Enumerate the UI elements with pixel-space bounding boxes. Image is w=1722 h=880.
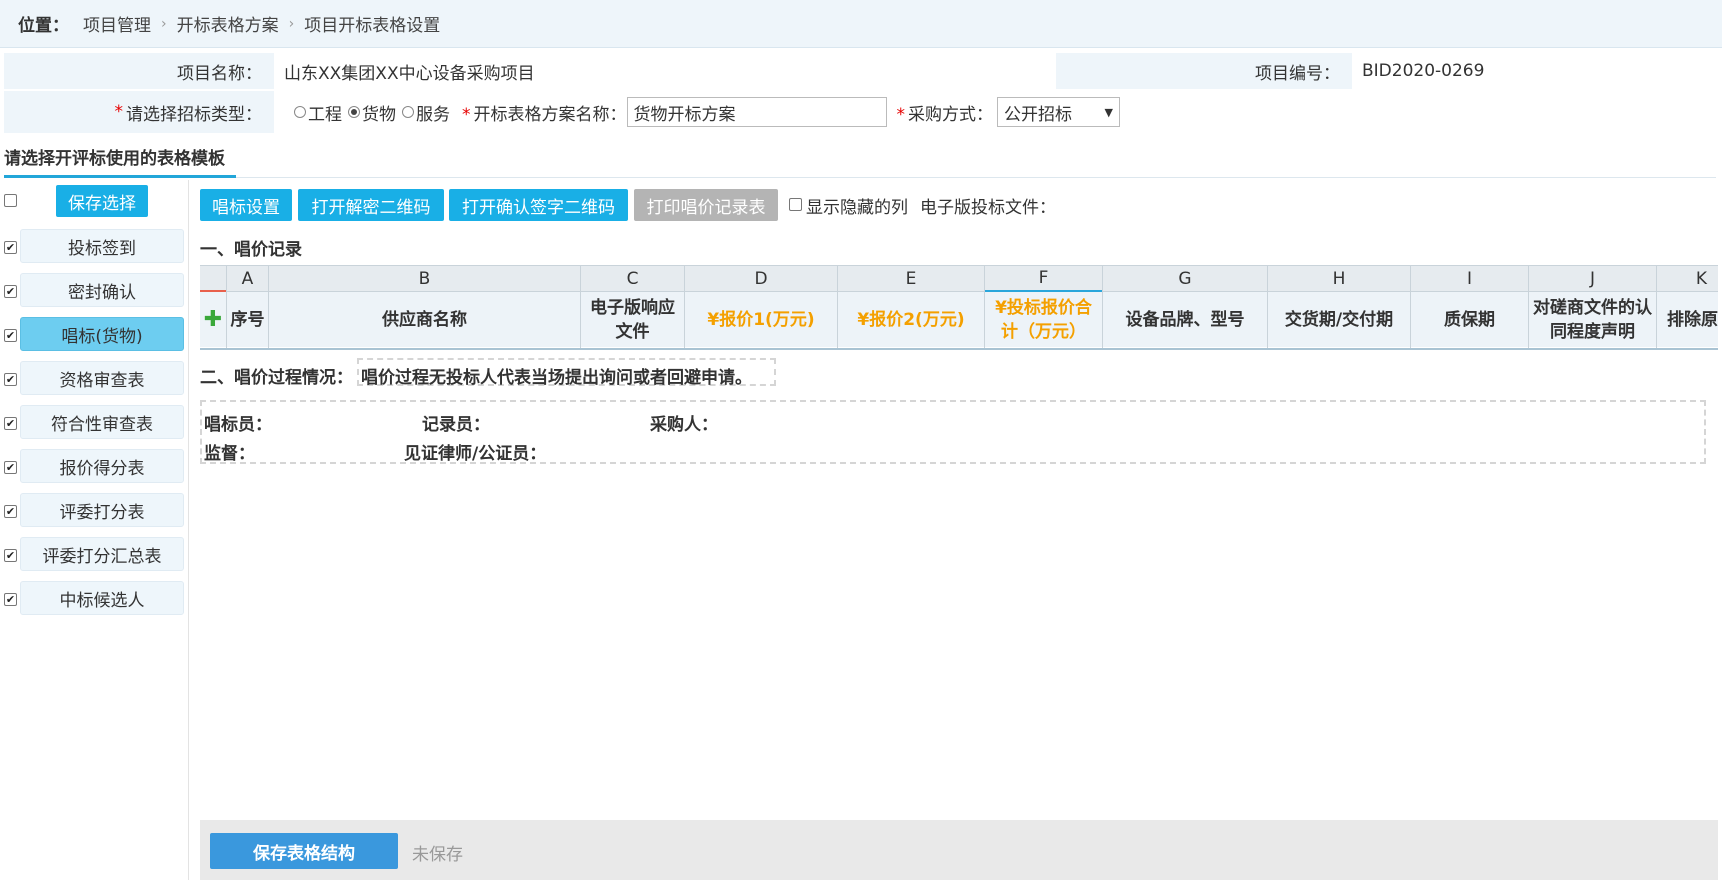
radio-checked-icon [348, 106, 360, 118]
radio-service[interactable]: 服务 [402, 100, 450, 125]
announcer-label: 唱标员： [204, 415, 272, 435]
tender-type-label: * 请选择招标类型： [4, 91, 274, 133]
tender-settings-row: * 请选择招标类型： 工程 货物 服务 * 开标表格方案名称： 货物开标方案 * 采购… [4, 91, 1120, 133]
decrypt-qrcode-button[interactable]: 打开解密二维码 [298, 189, 444, 221]
location-label: 位置： [18, 16, 69, 36]
checkbox-checked-icon[interactable]: ✔ [4, 417, 17, 430]
sidebar-item-compliance[interactable]: 符合性审查表 [20, 405, 184, 439]
select-all-checkbox[interactable] [4, 194, 17, 207]
divider [4, 177, 1716, 178]
grid-row-header: ✚ [200, 266, 227, 348]
breadcrumb: 位置： 项目管理 › 开标表格方案 › 项目开标表格设置 [0, 0, 1722, 48]
checkbox-checked-icon[interactable]: ✔ [4, 549, 17, 562]
sign-qrcode-button[interactable]: 打开确认签字二维码 [449, 189, 628, 221]
checkbox-checked-icon[interactable]: ✔ [4, 461, 17, 474]
project-info-row: 项目名称： 山东XX集团XX中心设备采购项目 项目编号： BID2020-026… [4, 53, 1484, 89]
purchase-method-select[interactable]: 公开招标 ▼ [997, 97, 1120, 127]
chevron-right-icon: › [288, 15, 295, 32]
breadcrumb-item-project-management[interactable]: 项目管理 [83, 11, 151, 36]
show-hidden-checkbox[interactable] [789, 198, 802, 211]
required-mark: * [114, 102, 124, 122]
supervisor-label: 监督： [204, 444, 255, 464]
save-structure-button[interactable]: 保存表格结构 [210, 833, 398, 869]
grid-column-a[interactable]: A 序号 [227, 266, 269, 348]
sidebar-item-price-score[interactable]: 报价得分表 [20, 449, 184, 483]
sidebar-item-qualification[interactable]: 资格审查表 [20, 361, 184, 395]
scheme-name-input[interactable]: 货物开标方案 [626, 97, 887, 127]
project-name-value: 山东XX集团XX中心设备采购项目 [284, 63, 535, 84]
save-status: 未保存 [412, 845, 463, 865]
signers-box[interactable]: 唱标员： 记录员： 采购人： 监督： 见证律师/公证员： [200, 400, 1706, 464]
grid-column-d[interactable]: D ¥报价1(万元) [685, 266, 838, 348]
section-title: 请选择开评标使用的表格模板 [4, 149, 225, 169]
sidebar-divider [188, 180, 189, 880]
sidebar-item-score-summary[interactable]: 评委打分汇总表 [20, 537, 184, 571]
witness-label: 见证律师/公证员： [404, 444, 547, 464]
sidebar-item-judge-score[interactable]: 评委打分表 [20, 493, 184, 527]
add-row-icon[interactable]: ✚ [200, 292, 226, 347]
grid-column-c[interactable]: C 电子版响应文件 [581, 266, 685, 348]
project-code-value: BID2020-0269 [1362, 61, 1485, 81]
grid-column-g[interactable]: G 设备品牌、型号 [1103, 266, 1268, 348]
grid-column-i[interactable]: I 质保期 [1411, 266, 1529, 348]
sidebar-item-bid-reading[interactable]: 唱标(货物) [20, 317, 184, 351]
bid-record-grid: ✚ A 序号 B 供应商名称 C 电子版响应文件 D ¥报价1(万元) E ¥报价2(万元… [200, 265, 1718, 350]
checkbox-checked-icon[interactable]: ✔ [4, 285, 17, 298]
project-code-label: 项目编号： [1056, 53, 1352, 89]
radio-icon [294, 106, 306, 118]
record-title: 一、唱价记录 [200, 240, 302, 260]
grid-column-h[interactable]: H 交货期/交付期 [1268, 266, 1411, 348]
print-record-button[interactable]: 打印唱价记录表 [634, 189, 778, 221]
radio-goods[interactable]: 货物 [348, 100, 396, 125]
process-text-box[interactable]: 唱价过程无投标人代表当场提出询问或者回避申请。 [357, 358, 776, 388]
process-label: 二、唱价过程情况： [200, 368, 353, 388]
grid-column-b[interactable]: B 供应商名称 [269, 266, 581, 348]
sidebar-item-sign-in[interactable]: 投标签到 [20, 229, 184, 263]
checkbox-checked-icon[interactable]: ✔ [4, 329, 17, 342]
sidebar-item-seal-confirm[interactable]: 密封确认 [20, 273, 184, 307]
tab-underline [4, 175, 236, 178]
project-name-label: 项目名称： [4, 53, 274, 89]
radio-engineering[interactable]: 工程 [294, 100, 342, 125]
purchase-method-label: * 采购方式： [896, 104, 994, 125]
grid-column-j[interactable]: J 对磋商文件的认同程度声明 [1529, 266, 1657, 348]
recorder-label: 记录员： [422, 415, 490, 435]
save-selection-button[interactable]: 保存选择 [56, 185, 148, 217]
dropdown-arrow-icon: ▼ [1104, 105, 1113, 119]
checkbox-checked-icon[interactable]: ✔ [4, 373, 17, 386]
process-text: 唱价过程无投标人代表当场提出询问或者回避申请。 [361, 368, 752, 388]
scheme-name-label: * 开标表格方案名称： [462, 104, 627, 125]
breadcrumb-item-scheme[interactable]: 开标表格方案 [177, 11, 279, 36]
grid-column-k[interactable]: K 排除原 [1657, 266, 1718, 348]
checkbox-checked-icon[interactable]: ✔ [4, 505, 17, 518]
chevron-right-icon: › [161, 15, 167, 32]
radio-icon [402, 106, 414, 118]
grid-column-f[interactable]: F ¥投标报价合计（万元） [985, 266, 1103, 348]
bid-reading-settings-button[interactable]: 唱标设置 [200, 189, 292, 221]
efile-label: 电子版投标文件： [920, 198, 1056, 218]
purchaser-label: 采购人： [650, 415, 718, 435]
grid-column-e[interactable]: E ¥报价2(万元) [838, 266, 985, 348]
breadcrumb-item-current: 项目开标表格设置 [304, 16, 441, 36]
checkbox-checked-icon[interactable]: ✔ [4, 241, 17, 254]
show-hidden-label: 显示隐藏的列 [806, 198, 908, 218]
checkbox-checked-icon[interactable]: ✔ [4, 593, 17, 606]
sidebar-item-candidate[interactable]: 中标候选人 [20, 581, 184, 615]
